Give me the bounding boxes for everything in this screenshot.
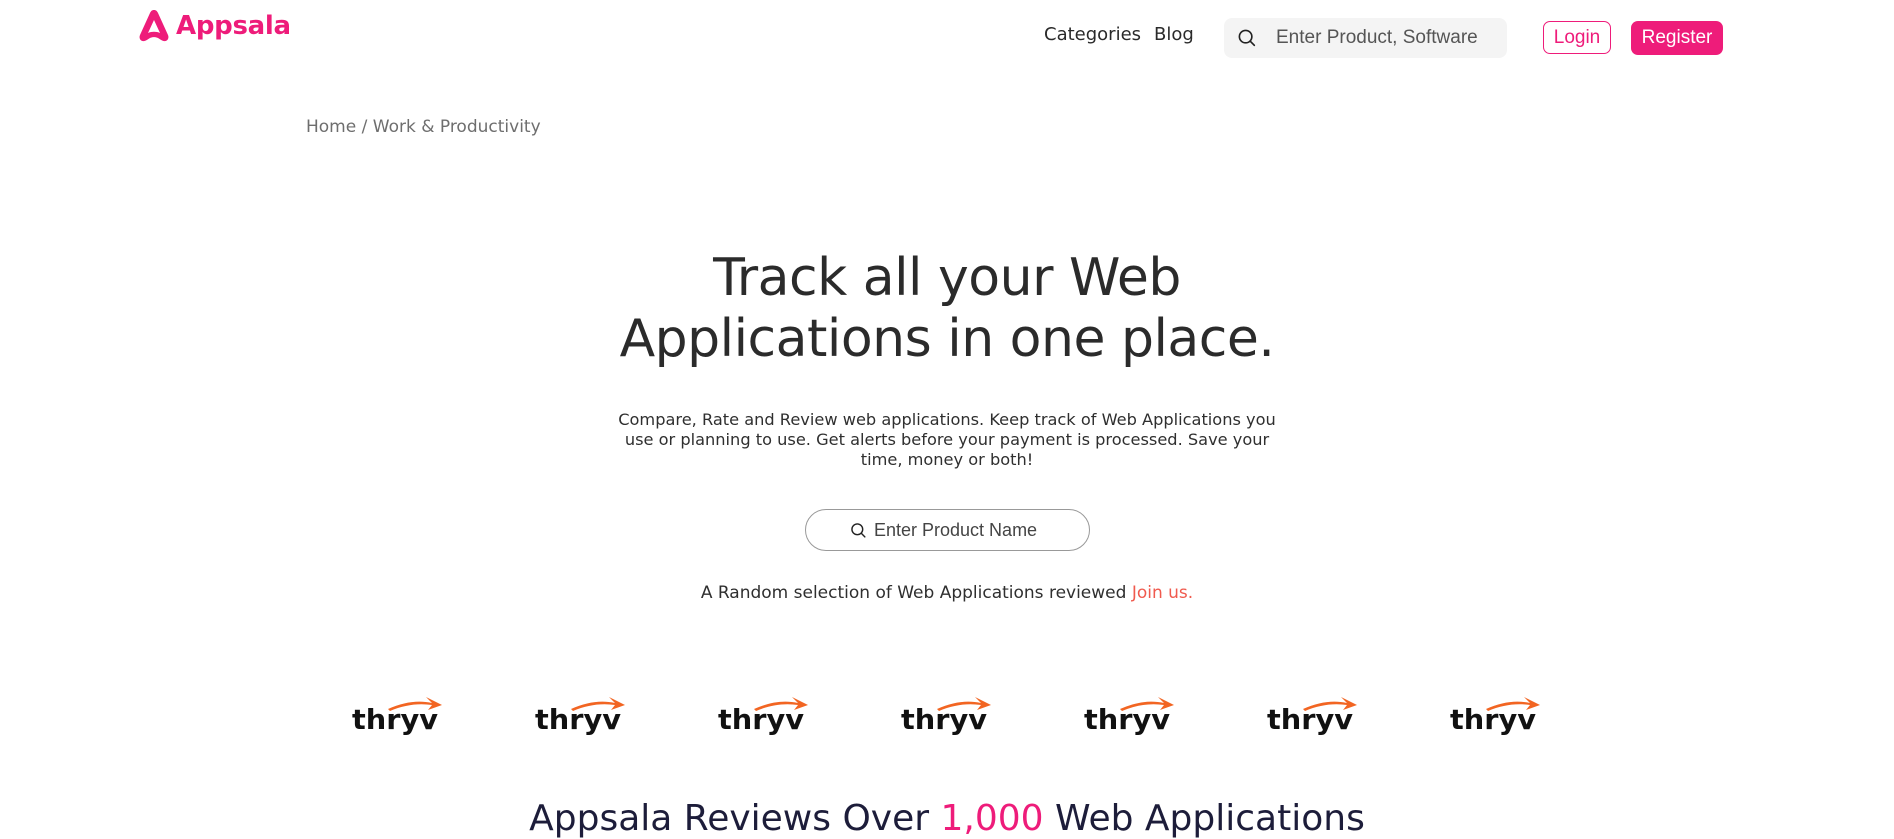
logo-wordmark: thryv bbox=[1084, 703, 1170, 735]
search-icon[interactable] bbox=[1236, 27, 1258, 49]
logo-wordmark: thryv bbox=[535, 703, 621, 735]
hero-title-line1: Track all your Web bbox=[713, 248, 1181, 308]
thryv-logo[interactable]: thryv bbox=[1267, 697, 1359, 735]
breadcrumb-home[interactable]: Home bbox=[306, 117, 356, 137]
join-us-link[interactable]: Join us. bbox=[1132, 583, 1193, 603]
header-search-box[interactable] bbox=[1224, 18, 1507, 58]
brand-name: Appsala bbox=[176, 11, 291, 41]
logo-wordmark: thryv bbox=[901, 703, 987, 735]
breadcrumb-separator: / bbox=[356, 117, 373, 137]
thryv-logo[interactable]: thryv bbox=[1084, 697, 1176, 735]
logo-wordmark: thryv bbox=[352, 703, 438, 735]
thryv-logo[interactable]: thryv bbox=[901, 697, 993, 735]
nav-blog-link[interactable]: Blog bbox=[1154, 24, 1194, 45]
breadcrumb: Home / Work & Productivity bbox=[306, 117, 541, 137]
nav-categories-link[interactable]: Categories bbox=[1044, 24, 1141, 45]
hero-title-line2: Applications in one place. bbox=[619, 309, 1275, 369]
section-heading: Appsala Reviews Over 1,000 Web Applicati… bbox=[447, 798, 1447, 839]
thryv-logo[interactable]: thryv bbox=[718, 697, 810, 735]
product-search-box[interactable] bbox=[805, 509, 1090, 551]
section-heading-suffix: Web Applications bbox=[1043, 798, 1365, 839]
section-heading-count: 1,000 bbox=[940, 798, 1044, 839]
register-button[interactable]: Register bbox=[1631, 21, 1723, 55]
random-selection-text: A Random selection of Web Applications r… bbox=[547, 583, 1347, 603]
logo-wordmark: thryv bbox=[1267, 703, 1353, 735]
logo-wordmark: thryv bbox=[1450, 703, 1536, 735]
random-selection-label: A Random selection of Web Applications r… bbox=[700, 583, 1132, 603]
logo-wordmark: thryv bbox=[718, 703, 804, 735]
appsala-logo-icon bbox=[139, 10, 169, 42]
product-search-input[interactable] bbox=[872, 518, 1046, 542]
hero-title: Track all your Web Applications in one p… bbox=[547, 248, 1347, 370]
appsala-logo[interactable]: Appsala bbox=[138, 8, 291, 44]
thryv-logo[interactable]: thryv bbox=[1450, 697, 1542, 735]
header-search-input[interactable] bbox=[1274, 26, 1498, 50]
thryv-logo[interactable]: thryv bbox=[352, 697, 444, 735]
site-header: Appsala Categories Blog Login Register bbox=[0, 0, 1894, 76]
thryv-logo[interactable]: thryv bbox=[535, 697, 627, 735]
hero-description: Compare, Rate and Review web application… bbox=[618, 410, 1276, 469]
section-heading-prefix: Appsala Reviews Over bbox=[529, 798, 941, 839]
breadcrumb-current[interactable]: Work & Productivity bbox=[373, 117, 541, 137]
login-button[interactable]: Login bbox=[1543, 21, 1611, 54]
app-logos-row: thryv thryv thryv thryv thryv thryv thryv bbox=[352, 697, 1552, 737]
search-icon[interactable] bbox=[849, 521, 868, 540]
